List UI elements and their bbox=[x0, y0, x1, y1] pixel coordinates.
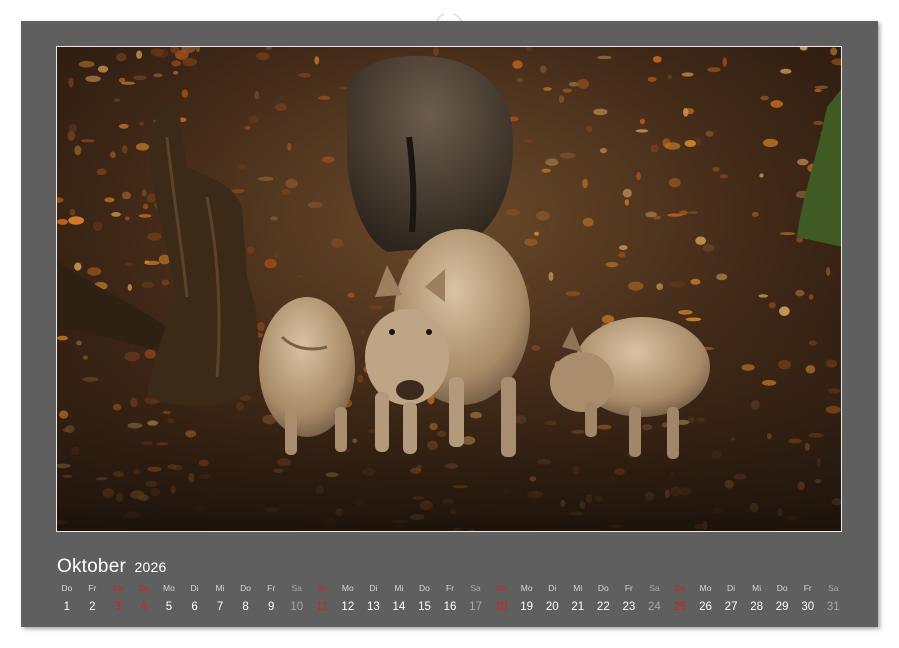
weekday-label: Di bbox=[548, 583, 557, 593]
date-number: 12 bbox=[341, 601, 355, 613]
date-number: 1 bbox=[63, 601, 70, 613]
calendar-days: Do Fr Sa So Mo Di Mi Do Fr Sa So Mo Di Mi Do Fr Sa So Mo Di… bbox=[54, 583, 846, 613]
date-number: 16 bbox=[443, 601, 457, 613]
date-number: 28 bbox=[750, 601, 764, 613]
weekday-label: So bbox=[138, 583, 149, 593]
weekday-label: Sa bbox=[649, 583, 660, 593]
weekday-label: Sa bbox=[291, 583, 302, 593]
weekday-label: Mo bbox=[341, 583, 354, 593]
weekday-label: Do bbox=[776, 583, 788, 593]
calendar-photo bbox=[56, 46, 842, 532]
date-number: 17 bbox=[469, 601, 482, 613]
weekday-label: Fr bbox=[88, 583, 97, 593]
weekday-label: So bbox=[674, 583, 686, 593]
weekday-label: Fr bbox=[267, 583, 276, 593]
date-number: 20 bbox=[545, 601, 559, 613]
date-number: 23 bbox=[622, 601, 636, 613]
weekday-label: Di bbox=[190, 583, 199, 593]
date-number: 15 bbox=[418, 601, 431, 613]
weekday-label: Do bbox=[61, 583, 73, 593]
month-year: 2026 bbox=[134, 559, 167, 575]
weekday-label: Mo bbox=[699, 583, 712, 593]
date-number: 3 bbox=[114, 601, 122, 613]
month-name: Oktober bbox=[57, 556, 126, 577]
date-number: 8 bbox=[242, 601, 249, 613]
date-number: 14 bbox=[392, 601, 406, 613]
weekday-label: Mi bbox=[752, 583, 762, 593]
weekday-label: Fr bbox=[624, 583, 633, 593]
weekday-label: Mo bbox=[163, 583, 175, 593]
date-number: 21 bbox=[571, 601, 585, 613]
weekday-label: Mi bbox=[215, 583, 225, 593]
weekday-label: Mo bbox=[520, 583, 533, 593]
boar-piglets-image bbox=[57, 47, 841, 531]
date-number: 6 bbox=[191, 601, 198, 613]
date-number: 19 bbox=[520, 601, 534, 613]
weekday-label: Sa bbox=[112, 583, 124, 593]
date-number: 31 bbox=[826, 601, 840, 613]
date-number: 11 bbox=[316, 601, 329, 613]
date-number: 26 bbox=[699, 601, 712, 613]
date-number: 5 bbox=[165, 601, 173, 613]
date-number: 13 bbox=[366, 601, 380, 613]
date-number: 30 bbox=[801, 601, 815, 613]
date-row: 1 2 3 4 5 6 7 8 9 10 11 12 13 14 15 16 17 18 19 20 21 22 23 24 2… bbox=[54, 601, 846, 615]
date-number: 4 bbox=[140, 601, 147, 613]
month-title: Oktober 2026 bbox=[57, 556, 166, 578]
date-number: 24 bbox=[648, 601, 661, 613]
weekday-label: Do bbox=[240, 583, 252, 593]
date-number: 2 bbox=[89, 601, 96, 613]
date-number: 7 bbox=[216, 601, 224, 613]
weekday-row: Do Fr Sa So Mo Di Mi Do Fr Sa So Mo Di Mi Do Fr Sa So Mo Di… bbox=[54, 583, 846, 597]
date-number: 27 bbox=[724, 601, 738, 613]
date-number: 22 bbox=[596, 601, 610, 613]
weekday-label: Sa bbox=[828, 583, 839, 593]
weekday-label: Do bbox=[597, 583, 609, 593]
date-number: 29 bbox=[775, 601, 789, 613]
weekday-label: Do bbox=[419, 583, 430, 593]
weekday-label: Fr bbox=[803, 583, 812, 593]
weekday-label: Sa bbox=[470, 583, 481, 593]
weekday-label: Mi bbox=[573, 583, 583, 593]
weekday-label: Di bbox=[727, 583, 736, 593]
date-number: 25 bbox=[673, 601, 687, 613]
weekday-label: Mi bbox=[394, 583, 404, 593]
weekday-label: Di bbox=[369, 583, 378, 593]
weekday-label: Fr bbox=[446, 583, 455, 593]
date-number: 9 bbox=[267, 601, 275, 613]
weekday-label: So bbox=[317, 583, 328, 593]
weekday-label: So bbox=[495, 583, 507, 593]
date-number: 10 bbox=[290, 601, 304, 613]
date-number: 18 bbox=[494, 601, 508, 613]
